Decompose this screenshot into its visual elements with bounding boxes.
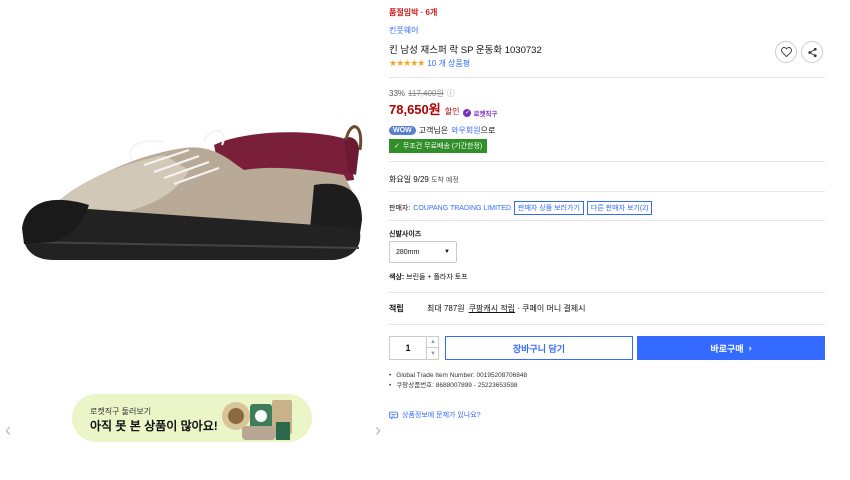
arrival-estimate: 화요일 9/29 도착 예정 <box>389 174 459 185</box>
share-icon <box>807 47 817 57</box>
seller-products-button[interactable]: 판매자 상품 보러가기 <box>514 201 584 215</box>
buy-now-label: 바로구매 <box>710 343 744 354</box>
check-icon: ✓ <box>394 143 400 150</box>
wow-text-post: 으로 <box>480 126 496 135</box>
rating-row[interactable]: ★★★★★ 10 개 상품평 <box>389 58 470 69</box>
quantity-increase-button[interactable]: ▲ <box>426 337 439 348</box>
arrival-suffix: 도착 예정 <box>431 177 459 184</box>
coupang-cash-link[interactable]: 쿠팡캐시 적립 <box>469 304 515 313</box>
points-amount: 최대 787원 <box>427 304 465 313</box>
divider <box>389 191 825 192</box>
free-shipping-badge: ✓ 무조건 무료배송 (기간한정) <box>389 139 488 153</box>
points-suffix: · 쿠페이 머니 결제시 <box>517 304 586 313</box>
quantity-stepper: 1 ▲ ▼ <box>389 336 439 360</box>
banner-title: 아직 못 본 상품이 많아요! <box>90 419 218 433</box>
star-rating-icon: ★★★★★ <box>389 58 425 68</box>
report-issue-label: 상품정보에 문제가 있나요? <box>402 412 481 419</box>
buy-now-button[interactable]: 바로구매 › <box>637 336 825 360</box>
info-icon[interactable]: ⓘ <box>447 88 455 99</box>
review-count-link[interactable]: 10 개 상품평 <box>427 58 470 69</box>
divider <box>389 292 825 293</box>
rocket-direct-banner[interactable]: 로켓직구 둘러보기 아직 못 본 상품이 많아요! › <box>72 394 312 442</box>
gtin-item: Global Trade Item Number: 00195208706848 <box>389 371 527 381</box>
sale-price: 78,650원 <box>389 102 441 117</box>
rocket-icon: ✓ <box>463 108 472 117</box>
arrival-date: 화요일 9/29 <box>389 175 429 184</box>
divider <box>389 77 825 78</box>
product-identifiers: Global Trade Item Number: 00195208706848… <box>389 371 527 391</box>
product-code-item: 쿠팡상품번호: 8688007899 - 25223653598 <box>389 381 527 391</box>
size-select[interactable]: 280mm ▼ <box>389 241 457 263</box>
points-row: 적립 최대 787원 쿠팡캐시 적립 · 쿠페이 머니 결제시 <box>389 303 586 314</box>
chevron-right-icon[interactable]: › <box>372 420 384 440</box>
banner-subtitle: 로켓직구 둘러보기 <box>90 407 152 416</box>
rocket-label: 로켓직구 <box>473 110 498 118</box>
product-info: 품절임박 · 6개 킨풋웨어 킨 남성 재스퍼 락 SP 운동화 1030732… <box>389 0 825 480</box>
seller-label: 판매자: <box>389 205 411 212</box>
share-button[interactable] <box>801 41 823 63</box>
product-gallery: ‹ › 로켓직구 둘러보기 아직 못 본 상품이 많아요! › <box>0 0 385 480</box>
wishlist-button[interactable] <box>775 41 797 63</box>
points-label: 적립 <box>389 304 404 313</box>
other-sellers-button[interactable]: 다른 판매자 보기(2) <box>586 201 653 215</box>
wow-member-link[interactable]: 와우회원 <box>451 126 480 135</box>
divider <box>389 161 825 162</box>
free-shipping-label: 무조건 무료배송 (기간한정) <box>402 143 483 150</box>
divider <box>389 220 825 221</box>
product-image <box>22 125 363 260</box>
caret-down-icon: ▼ <box>444 249 450 255</box>
discount-rate: 33% <box>389 89 406 98</box>
wow-member-row: WOW 고객님은 와우회원으로 <box>389 125 495 136</box>
quantity-decrease-button[interactable]: ▼ <box>426 348 439 359</box>
color-row: 색상: 브린들 + 폴라자 토프 <box>389 272 468 282</box>
wow-text-pre: 고객님은 <box>418 126 449 135</box>
chat-icon <box>389 411 398 419</box>
add-to-cart-button[interactable]: 장바구니 담기 <box>445 336 633 360</box>
product-title: 킨 남성 재스퍼 락 SP 운동화 1030732 <box>389 45 542 56</box>
discount-row: 33% 117,400원 ⓘ <box>389 88 455 99</box>
size-label: 신발사이즈 <box>389 231 422 238</box>
divider <box>389 324 825 325</box>
chevron-right-icon: › <box>748 343 752 353</box>
heart-icon <box>780 47 792 57</box>
brand-link[interactable]: 킨풋웨어 <box>389 25 418 36</box>
quantity-input[interactable]: 1 <box>390 337 426 359</box>
report-issue-link[interactable]: 상품정보에 문제가 있나요? <box>389 410 481 420</box>
rocket-direct-badge: ✓ 로켓직구 <box>463 108 497 118</box>
stock-urgency-label: 품절임박 · 6개 <box>389 8 438 17</box>
chevron-left-icon[interactable]: ‹ <box>2 420 14 440</box>
wow-badge: WOW <box>389 126 416 135</box>
banner-product-collage <box>222 400 292 440</box>
seller-row: 판매자: COUPANG TRADING LIMITED 판매자 상품 보러가기… <box>389 201 653 215</box>
seller-name-link[interactable]: COUPANG TRADING LIMITED <box>413 205 511 212</box>
color-value: 브린들 + 폴라자 토프 <box>406 274 468 281</box>
size-value: 280mm <box>396 248 420 256</box>
price-row: 78,650원 할인 ✓ 로켓직구 <box>389 99 497 118</box>
original-price: 117,400원 <box>408 89 444 98</box>
discount-tag: 할인 <box>444 107 460 116</box>
color-label: 색상: <box>389 274 405 281</box>
